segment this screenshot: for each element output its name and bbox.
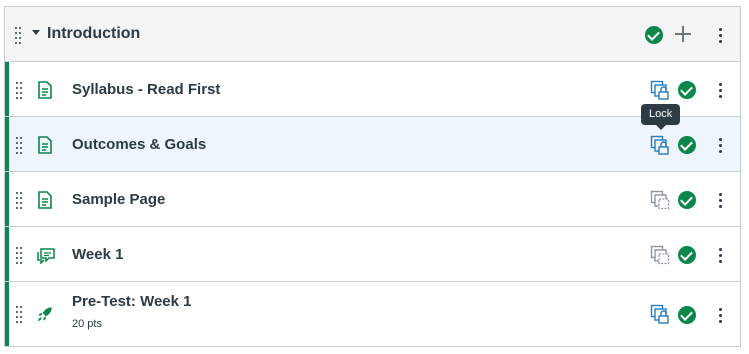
blueprint-unlocked-icon[interactable]	[650, 245, 670, 265]
blueprint-unlocked-icon[interactable]	[650, 190, 670, 210]
drag-handle-icon[interactable]	[16, 192, 24, 209]
published-indicator-bar	[5, 172, 9, 226]
published-indicator-bar	[5, 282, 9, 346]
published-check-icon[interactable]	[678, 246, 696, 264]
drag-handle-icon[interactable]	[16, 306, 24, 323]
item-title[interactable]: Sample Page	[72, 191, 165, 208]
caret-down-icon[interactable]	[32, 30, 40, 35]
blueprint-lock-icon[interactable]	[650, 135, 670, 155]
item-title[interactable]: Week 1	[72, 246, 123, 263]
published-check-icon[interactable]	[678, 306, 696, 324]
item-menu-kebab-icon[interactable]	[719, 137, 723, 153]
plus-icon[interactable]	[674, 25, 692, 43]
module-container: Introduction Syllabus - Read First Outco…	[4, 6, 741, 347]
published-indicator-bar	[5, 62, 9, 116]
module-header[interactable]: Introduction	[5, 7, 740, 62]
published-indicator-bar	[5, 117, 9, 171]
published-check-icon[interactable]	[678, 191, 696, 209]
published-indicator-bar	[5, 227, 9, 281]
document-icon	[38, 136, 52, 154]
blueprint-lock-icon[interactable]	[650, 80, 670, 100]
document-icon	[38, 191, 52, 209]
document-icon	[38, 81, 52, 99]
item-menu-kebab-icon[interactable]	[719, 82, 723, 98]
module-item-outcomes[interactable]: Outcomes & Goals	[5, 117, 740, 172]
drag-handle-icon[interactable]	[16, 247, 24, 264]
drag-handle-icon[interactable]	[16, 82, 24, 99]
item-title[interactable]: Pre-Test: Week 1	[72, 293, 192, 310]
module-item-week-1[interactable]: Week 1	[5, 227, 740, 282]
module-item-syllabus[interactable]: Syllabus - Read First	[5, 62, 740, 117]
rocket-icon	[37, 307, 52, 322]
published-check-icon[interactable]	[645, 26, 663, 44]
points-label: 20 pts	[72, 318, 102, 330]
module-item-pre-test[interactable]: Pre-Test: Week 1 20 pts	[5, 282, 740, 346]
published-check-icon[interactable]	[678, 81, 696, 99]
module-item-sample-page[interactable]: Sample Page	[5, 172, 740, 227]
item-title[interactable]: Outcomes & Goals	[72, 136, 206, 153]
discussion-icon	[37, 248, 55, 264]
item-menu-kebab-icon[interactable]	[719, 247, 723, 263]
module-menu-kebab-icon[interactable]	[719, 27, 723, 43]
item-menu-kebab-icon[interactable]	[719, 307, 723, 323]
published-check-icon[interactable]	[678, 136, 696, 154]
item-menu-kebab-icon[interactable]	[719, 192, 723, 208]
drag-handle-icon[interactable]	[16, 137, 24, 154]
drag-handle-icon[interactable]	[15, 27, 23, 44]
lock-tooltip: Lock	[641, 104, 681, 130]
blueprint-lock-icon[interactable]	[650, 304, 670, 324]
item-title[interactable]: Syllabus - Read First	[72, 81, 220, 98]
module-title: Introduction	[47, 25, 141, 42]
